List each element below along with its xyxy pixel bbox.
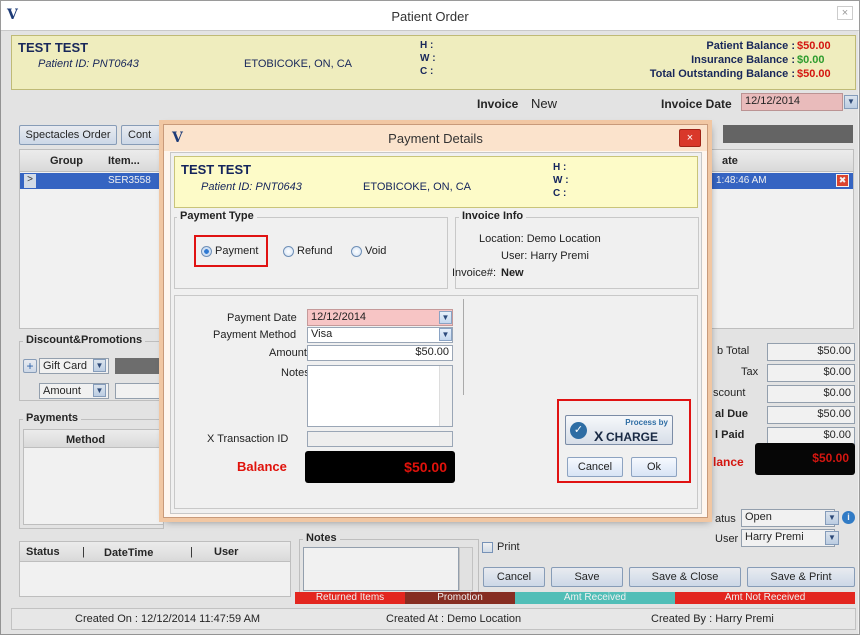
- void-option-label: Void: [365, 245, 387, 257]
- notes-label: Notes: [281, 367, 310, 379]
- notes-scrollbar[interactable]: [439, 366, 452, 426]
- payment-details-dialog: V Payment Details × TEST TEST Patient ID…: [163, 124, 708, 518]
- info-invoice-label: Invoice#:: [452, 267, 497, 279]
- payment-method-select[interactable]: Visa: [307, 327, 453, 343]
- dialog-phone-home: H :: [553, 162, 567, 173]
- amount-label: Amount: [269, 347, 307, 359]
- chevron-down-icon[interactable]: ▼: [439, 311, 452, 324]
- dialog-balance-value: $50.00: [305, 451, 455, 483]
- window-title: Patient Order: [391, 9, 469, 24]
- payment-option-label: Payment: [215, 245, 259, 257]
- info-location: Location: Demo Location: [479, 233, 601, 245]
- payment-date-label: Payment Date: [227, 312, 297, 324]
- refund-option-label: Refund: [297, 245, 333, 257]
- dialog-phone-cell: C :: [553, 188, 567, 199]
- refund-radio[interactable]: [283, 246, 294, 257]
- dialog-title-bar: V Payment Details ×: [164, 125, 707, 151]
- dialog-patient-location: ETOBICOKE, ON, CA: [363, 181, 471, 193]
- payment-notes-textarea[interactable]: [307, 365, 453, 427]
- info-invoice-value: New: [501, 267, 524, 279]
- dialog-title: Payment Details: [388, 131, 483, 146]
- dialog-cancel-button[interactable]: Cancel: [567, 457, 623, 477]
- dialog-ok-button[interactable]: Ok: [631, 457, 677, 477]
- form-divider: [463, 299, 464, 395]
- dialog-close-button[interactable]: ×: [679, 129, 701, 147]
- xcharge-logo: CHARGE: [606, 430, 659, 444]
- title-bar: V Patient Order ×: [1, 1, 859, 31]
- dialog-body: TEST TEST Patient ID: PNT0643 ETOBICOKE,…: [170, 152, 702, 514]
- payment-radio[interactable]: [201, 246, 212, 257]
- chevron-down-icon[interactable]: ▼: [439, 328, 452, 341]
- info-user: User: Harry Premi: [501, 250, 590, 262]
- invoice-info-title: Invoice Info: [459, 210, 527, 222]
- xcharge-x: X: [594, 428, 604, 444]
- xtransaction-label: X Transaction ID: [207, 433, 289, 445]
- window-close-button[interactable]: ×: [837, 6, 853, 20]
- dialog-balance-label: Balance: [237, 459, 287, 474]
- dialog-patient-id: Patient ID: PNT0643: [201, 181, 302, 193]
- amount-field[interactable]: $50.00: [307, 345, 453, 361]
- dialog-phone-work: W :: [553, 175, 569, 186]
- payment-date-field[interactable]: 12/12/2014: [307, 309, 453, 326]
- check-circle-icon: ✓: [570, 422, 587, 439]
- xtransaction-field[interactable]: [307, 431, 453, 447]
- void-radio[interactable]: [351, 246, 362, 257]
- process-xcharge-button[interactable]: ✓ Process by X CHARGE: [565, 415, 673, 445]
- payment-type-title: Payment Type: [177, 210, 257, 222]
- xcharge-process-by: Process by: [625, 418, 668, 427]
- payment-method-label: Payment Method: [213, 329, 297, 341]
- dialog-patient-header: TEST TEST Patient ID: PNT0643 ETOBICOKE,…: [174, 156, 698, 208]
- dialog-patient-name: TEST TEST: [181, 162, 252, 177]
